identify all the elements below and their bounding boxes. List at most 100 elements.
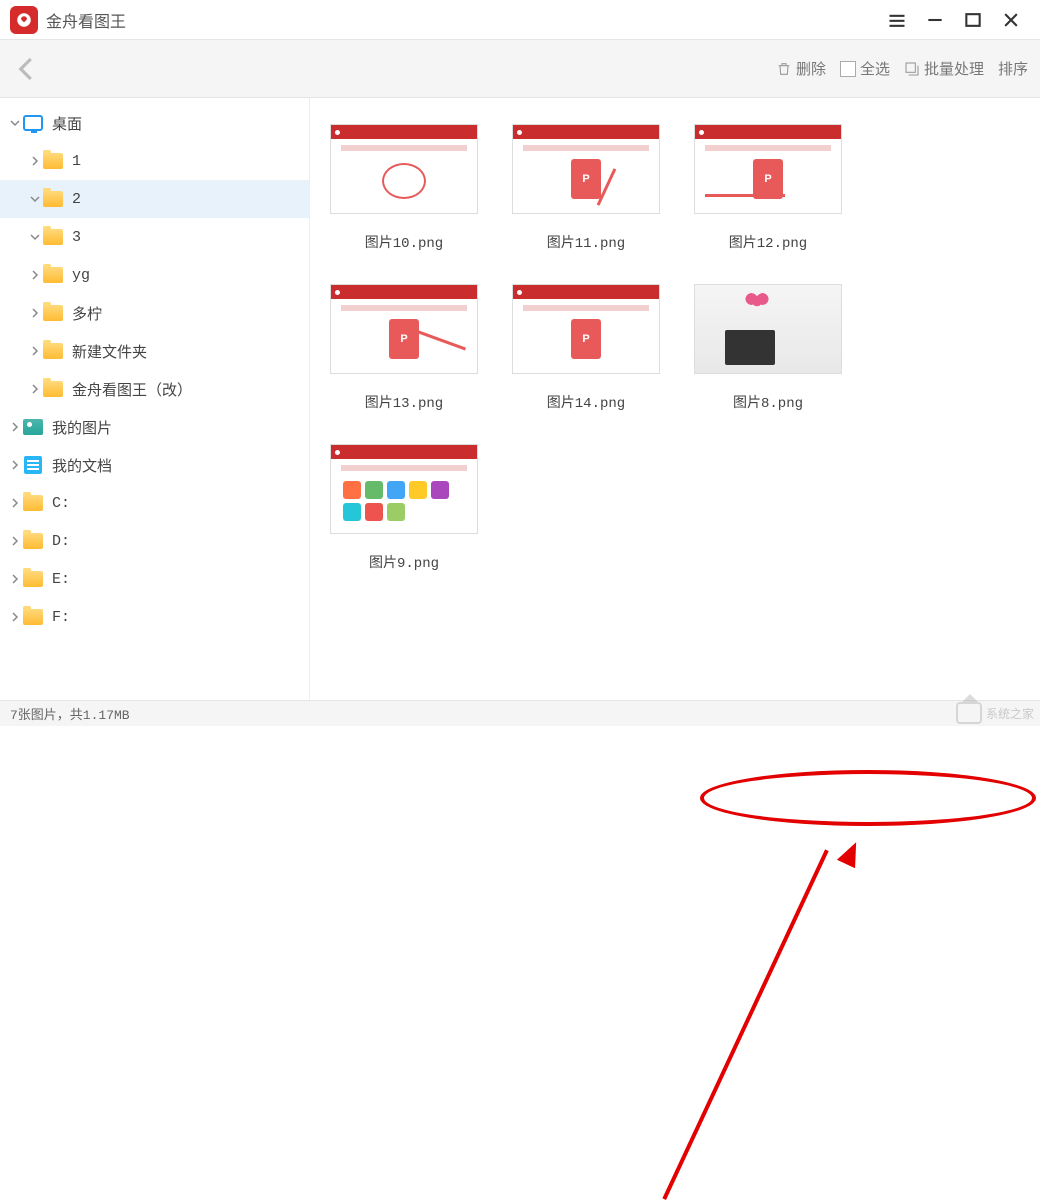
folder-icon <box>22 530 44 552</box>
maximize-button[interactable] <box>954 0 992 40</box>
batch-label: 批量处理 <box>924 58 984 79</box>
annotation-arrow-head-icon <box>837 838 865 868</box>
folder-icon <box>42 340 64 362</box>
folder-icon <box>42 302 64 324</box>
folder-icon <box>42 188 64 210</box>
tree-item-6[interactable]: 新建文件夹 <box>0 332 309 370</box>
thumbnail-label: 图片10.png <box>365 232 443 252</box>
toolbar: 删除 全选 批量处理 排序 <box>0 40 1040 98</box>
tree-item-label: 2 <box>72 191 81 208</box>
folder-icon <box>42 378 64 400</box>
select-all-button[interactable]: 全选 <box>840 58 890 79</box>
thumbnail-label: 图片12.png <box>729 232 807 252</box>
tree-item-10[interactable]: C: <box>0 484 309 522</box>
chevron-right-icon[interactable] <box>8 422 22 432</box>
desktop-icon <box>22 112 44 134</box>
tree-item-label: 我的文档 <box>52 455 112 476</box>
chevron-right-icon[interactable] <box>8 460 22 470</box>
folder-icon <box>42 264 64 286</box>
main: 桌面 1 2 3 yg 多柠新建文件夹金舟看图王（改） 我的图片我的文档 C: D: E: F: 图… <box>0 98 1040 700</box>
tree-item-label: 桌面 <box>52 113 82 134</box>
thumbnail-label: 图片13.png <box>365 392 443 412</box>
chevron-right-icon[interactable] <box>8 536 22 546</box>
tree-item-3[interactable]: 3 <box>0 218 309 256</box>
sidebar: 桌面 1 2 3 yg 多柠新建文件夹金舟看图王（改） 我的图片我的文档 C: D: E: F: <box>0 98 310 700</box>
trash-icon <box>776 61 792 77</box>
batch-button[interactable]: 批量处理 <box>904 58 984 79</box>
thumbnail-image: P <box>512 124 660 214</box>
chevron-right-icon[interactable] <box>28 308 42 318</box>
tree-item-13[interactable]: F: <box>0 598 309 636</box>
chevron-down-icon[interactable] <box>28 232 42 242</box>
tree-item-label: D: <box>52 533 70 550</box>
thumbnail-image <box>330 444 478 534</box>
delete-button[interactable]: 删除 <box>776 58 826 79</box>
tree-item-9[interactable]: 我的文档 <box>0 446 309 484</box>
thumbnail-label: 图片11.png <box>547 232 625 252</box>
thumbnail-item[interactable]: P 图片11.png <box>510 124 662 252</box>
tree-item-12[interactable]: E: <box>0 560 309 598</box>
pictures-icon <box>22 416 44 438</box>
tree-item-label: 3 <box>72 229 81 246</box>
folder-icon <box>22 568 44 590</box>
tree-item-label: 新建文件夹 <box>72 341 147 362</box>
titlebar: 金舟看图王 <box>0 0 1040 40</box>
statusbar: 7张图片，共1.17MB <box>0 700 1040 726</box>
thumbnail-label: 图片9.png <box>369 552 439 572</box>
chevron-right-icon[interactable] <box>28 270 42 280</box>
thumbnail-image <box>330 124 478 214</box>
folder-icon <box>42 226 64 248</box>
back-button[interactable] <box>12 54 42 84</box>
tree-item-label: E: <box>52 571 70 588</box>
tree-item-0[interactable]: 桌面 <box>0 104 309 142</box>
tree-item-7[interactable]: 金舟看图王（改） <box>0 370 309 408</box>
folder-icon <box>42 150 64 172</box>
close-button[interactable] <box>992 0 1030 40</box>
tree-item-label: 多柠 <box>72 303 102 324</box>
folder-icon <box>22 606 44 628</box>
chevron-right-icon[interactable] <box>28 156 42 166</box>
tree-item-5[interactable]: 多柠 <box>0 294 309 332</box>
chevron-right-icon[interactable] <box>28 384 42 394</box>
sort-button[interactable]: 排序 <box>998 58 1028 79</box>
thumbnail-image: P <box>512 284 660 374</box>
folder-icon <box>22 492 44 514</box>
chevron-right-icon[interactable] <box>8 498 22 508</box>
chevron-down-icon[interactable] <box>28 194 42 204</box>
chevron-down-icon[interactable] <box>8 118 22 128</box>
thumbnail-label: 图片14.png <box>547 392 625 412</box>
thumbnail-image <box>694 284 842 374</box>
tree-item-8[interactable]: 我的图片 <box>0 408 309 446</box>
menu-button[interactable] <box>878 0 916 40</box>
tree-item-label: 我的图片 <box>52 417 112 438</box>
thumbnail-item[interactable]: 图片9.png <box>328 444 480 572</box>
tree-item-label: C: <box>52 495 70 512</box>
select-all-label: 全选 <box>860 58 890 79</box>
tree-item-2[interactable]: 2 <box>0 180 309 218</box>
chevron-right-icon[interactable] <box>28 346 42 356</box>
tree-item-label: yg <box>72 267 90 284</box>
thumbnail-image: P <box>694 124 842 214</box>
tree-item-11[interactable]: D: <box>0 522 309 560</box>
annotation-arrow-line <box>662 849 828 1200</box>
thumbnail-item[interactable]: P 图片12.png <box>692 124 844 252</box>
tree-item-4[interactable]: yg <box>0 256 309 294</box>
minimize-button[interactable] <box>916 0 954 40</box>
content-area: 图片10.png P 图片11.png P 图片12.png P 图片13.png P 图片14… <box>310 98 1040 700</box>
chevron-right-icon[interactable] <box>8 612 22 622</box>
delete-label: 删除 <box>796 58 826 79</box>
tree-item-1[interactable]: 1 <box>0 142 309 180</box>
app-title: 金舟看图王 <box>46 8 126 32</box>
app-logo-icon <box>10 6 38 34</box>
thumbnail-image: P <box>330 284 478 374</box>
thumbnail-item[interactable]: P 图片14.png <box>510 284 662 412</box>
thumbnail-item[interactable]: 图片8.png <box>692 284 844 412</box>
thumbnail-item[interactable]: P 图片13.png <box>328 284 480 412</box>
thumbnail-item[interactable]: 图片10.png <box>328 124 480 252</box>
tree-item-label: 金舟看图王（改） <box>72 379 192 400</box>
batch-icon <box>904 61 920 77</box>
thumbnail-grid: 图片10.png P 图片11.png P 图片12.png P 图片13.png P 图片14… <box>328 124 1022 572</box>
thumbnail-label: 图片8.png <box>733 392 803 412</box>
chevron-right-icon[interactable] <box>8 574 22 584</box>
checkbox-icon <box>840 61 856 77</box>
